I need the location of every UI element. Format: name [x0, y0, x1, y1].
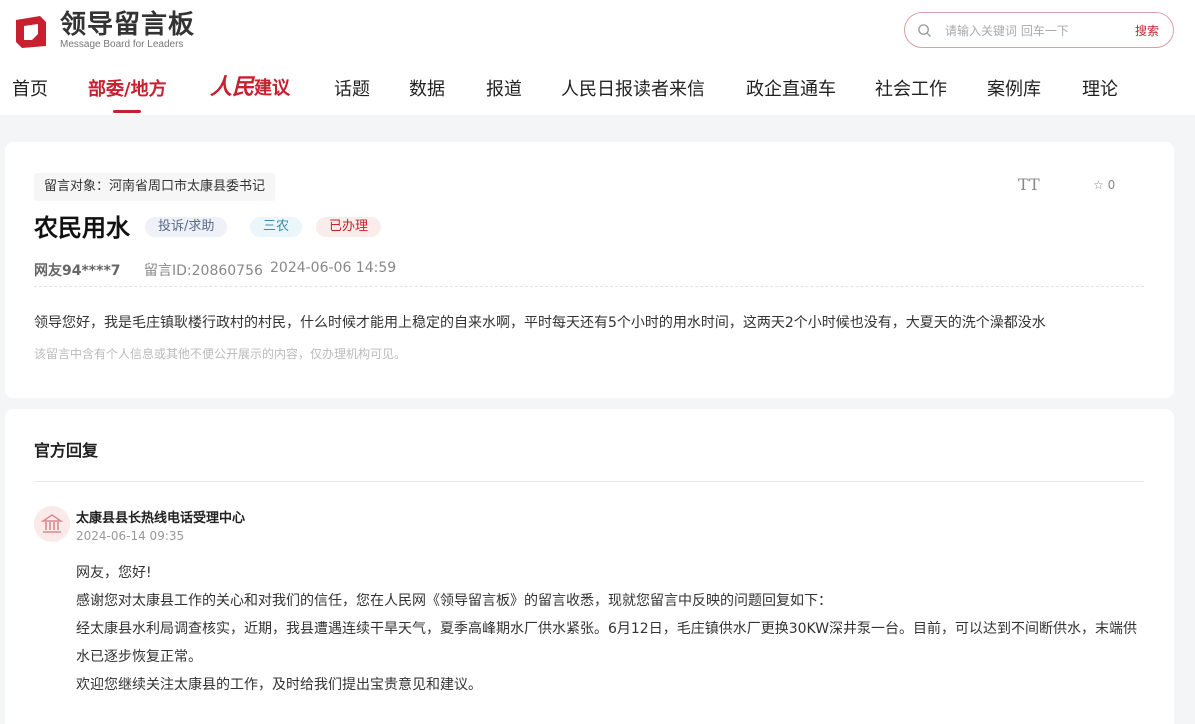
nav-item-social-work[interactable]: 社会工作 [875, 78, 947, 102]
favorite-count: 0 [1107, 178, 1116, 192]
nav-item-topics[interactable]: 话题 [334, 78, 370, 102]
divider [34, 481, 1144, 482]
people-brush-logo: 人民 [210, 74, 255, 100]
nav-item-home[interactable]: 首页 [12, 78, 48, 102]
active-nav-indicator [113, 110, 141, 113]
reply-time: 2024-06-14 09:35 [76, 529, 185, 543]
reply-heading: 官方回复 [34, 441, 99, 460]
privacy-note: 该留言中含有个人信息或其他不便公开展示的内容，仅办理机构可见。 [34, 347, 407, 361]
nav-item-reports[interactable]: 报道 [486, 78, 522, 102]
nav-item-reader-letters[interactable]: 人民日报读者来信 [561, 78, 705, 102]
font-size-toggle-icon[interactable]: TT [1018, 175, 1040, 194]
logo-title: 领导留言板 [60, 10, 196, 40]
government-building-icon [34, 506, 70, 542]
nav-item-ministries[interactable]: 部委/地方 [88, 78, 167, 102]
site-header: 领导留言板 Message Board for Leaders 搜索 首页 部委… [0, 0, 1195, 115]
logo-mark-icon [16, 16, 46, 48]
search-icon [918, 24, 932, 38]
message-id: 留言ID:20860756 [144, 263, 263, 279]
message-card: 留言对象：河南省周口市太康县委书记 TT ☆ 0 农民用水 投诉/求助 三农 已… [5, 142, 1174, 398]
message-target: 留言对象：河南省周口市太康县委书记 [34, 173, 276, 201]
tag-complaint: 投诉/求助 [145, 217, 228, 237]
nav-item-cases[interactable]: 案例库 [987, 78, 1041, 102]
search-box: 搜索 [904, 12, 1174, 48]
star-icon: ☆ [1093, 178, 1104, 192]
search-input[interactable] [945, 21, 1125, 41]
logo-subtitle: Message Board for Leaders [60, 39, 184, 50]
nav-item-data[interactable]: 数据 [409, 78, 445, 102]
tag-agriculture: 三农 [250, 217, 303, 237]
site-logo[interactable]: 领导留言板 Message Board for Leaders [12, 10, 202, 54]
reply-paragraph: 经太康县水利局调查核实，近期，我县遭遇连续干旱天气，夏季高峰期水厂供水紧张。6月… [76, 621, 1138, 665]
nav-item-theory[interactable]: 理论 [1082, 78, 1118, 102]
message-time: 2024-06-06 14:59 [270, 260, 397, 276]
reply-paragraph: 欢迎您继续关注太康县的工作，及时给我们提出宝贵意见和建议。 [76, 677, 482, 693]
status-badge: 已办理 [316, 217, 382, 237]
search-button[interactable]: 搜索 [1135, 22, 1159, 39]
favorite-button[interactable]: ☆ 0 [1093, 178, 1115, 192]
message-title: 农民用水 [34, 214, 130, 242]
reply-paragraph: 感谢您对太康县工作的关心和对我们的信任，您在人民网《领导留言板》的留言收悉，现就… [76, 593, 832, 609]
suggestion-label: 建议 [254, 78, 291, 99]
divider [34, 286, 1144, 287]
reply-body: 网友，您好! 感谢您对太康县工作的关心和对我们的信任，您在人民网《领导留言板》的… [76, 559, 1146, 699]
message-user: 网友94****7 [34, 263, 121, 279]
reply-organization: 太康县县长热线电话受理中心 [76, 511, 246, 526]
reply-paragraph: 网友，您好! [76, 565, 152, 581]
nav-item-people-suggestions[interactable]: 人民建议 [210, 75, 290, 101]
main-nav: 首页 部委/地方 人民建议 话题 数据 报道 人民日报读者来信 政企直通车 社会… [0, 70, 1195, 115]
nav-item-gov-business[interactable]: 政企直通车 [746, 78, 836, 102]
message-content: 领导您好，我是毛庄镇耿楼行政村的村民，什么时候才能用上稳定的自来水啊，平时每天还… [34, 315, 1046, 331]
official-reply-card: 官方回复 太康县县长热线电话受理中心 2024-06-14 09:35 网友，您… [5, 409, 1174, 724]
